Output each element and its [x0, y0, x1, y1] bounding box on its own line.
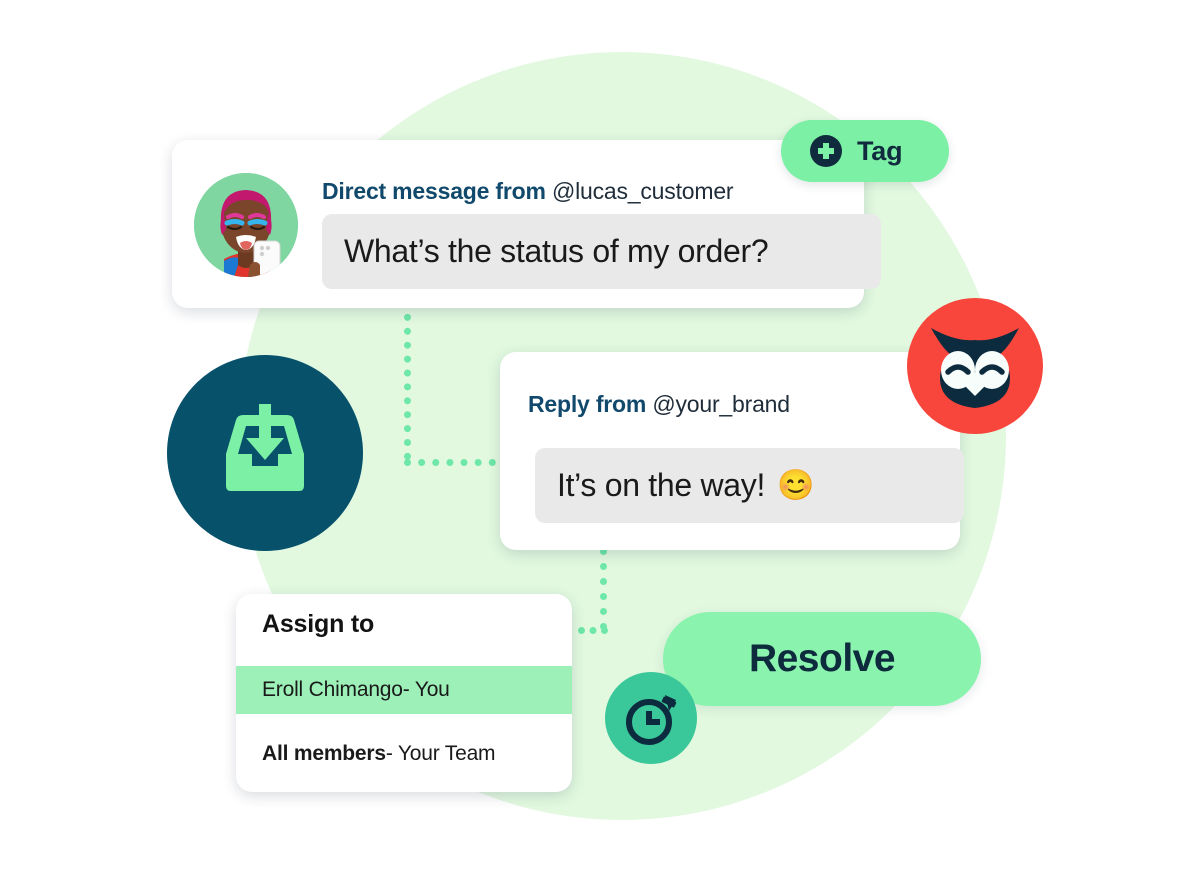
reply-header-handle: @your_brand	[652, 391, 790, 417]
assign-option-eroll-chimango[interactable]: Eroll Chimango - You	[236, 666, 572, 714]
tag-button[interactable]: Tag	[781, 120, 949, 182]
smiling-face-emoji: 😊	[777, 468, 815, 502]
dm-message-bubble: What’s the status of my order?	[322, 214, 881, 289]
assign-to-title: Assign to	[262, 610, 375, 638]
assign-option-suffix: - You	[402, 678, 450, 701]
inbox-download-badge	[167, 355, 363, 551]
illustration-canvas: Direct message from @lucas_customer What…	[0, 0, 1200, 870]
tag-button-label: Tag	[857, 135, 903, 166]
dm-header: Direct message from @lucas_customer	[322, 178, 734, 205]
assign-option-all-members[interactable]: All members - Your Team	[236, 730, 572, 778]
connector-reply-to-assign-vertical	[600, 548, 614, 630]
reply-header: Reply from @your_brand	[528, 391, 790, 418]
assign-option-suffix: - Your Team	[385, 742, 496, 765]
avatar	[194, 173, 298, 277]
reply-header-label: Reply from	[528, 391, 647, 417]
dm-message-text: What’s the status of my order?	[344, 233, 769, 269]
plus-circle-icon	[809, 134, 843, 168]
reply-message-bubble: It’s on the way! 😊	[535, 448, 964, 523]
assign-option-name: All members	[262, 742, 386, 765]
dm-header-label: Direct message from	[322, 178, 546, 204]
dm-header-handle: @lucas_customer	[551, 178, 734, 204]
resolve-button[interactable]: Resolve	[663, 612, 981, 706]
stopwatch-icon	[620, 687, 682, 749]
connector-reply-to-assign-horizontal	[578, 627, 608, 641]
reply-message-text: It’s on the way!	[557, 467, 766, 503]
inbox-download-icon	[210, 398, 320, 508]
stopwatch-badge	[605, 672, 697, 764]
connector-dm-to-reply-vertical	[404, 300, 418, 460]
resolve-button-label: Resolve	[748, 637, 896, 680]
connector-dm-to-reply-horizontal	[404, 459, 510, 473]
hootsuite-owl-badge	[907, 298, 1043, 434]
assign-option-name: Eroll Chimango	[262, 678, 403, 701]
hootsuite-owl-icon	[922, 318, 1028, 414]
